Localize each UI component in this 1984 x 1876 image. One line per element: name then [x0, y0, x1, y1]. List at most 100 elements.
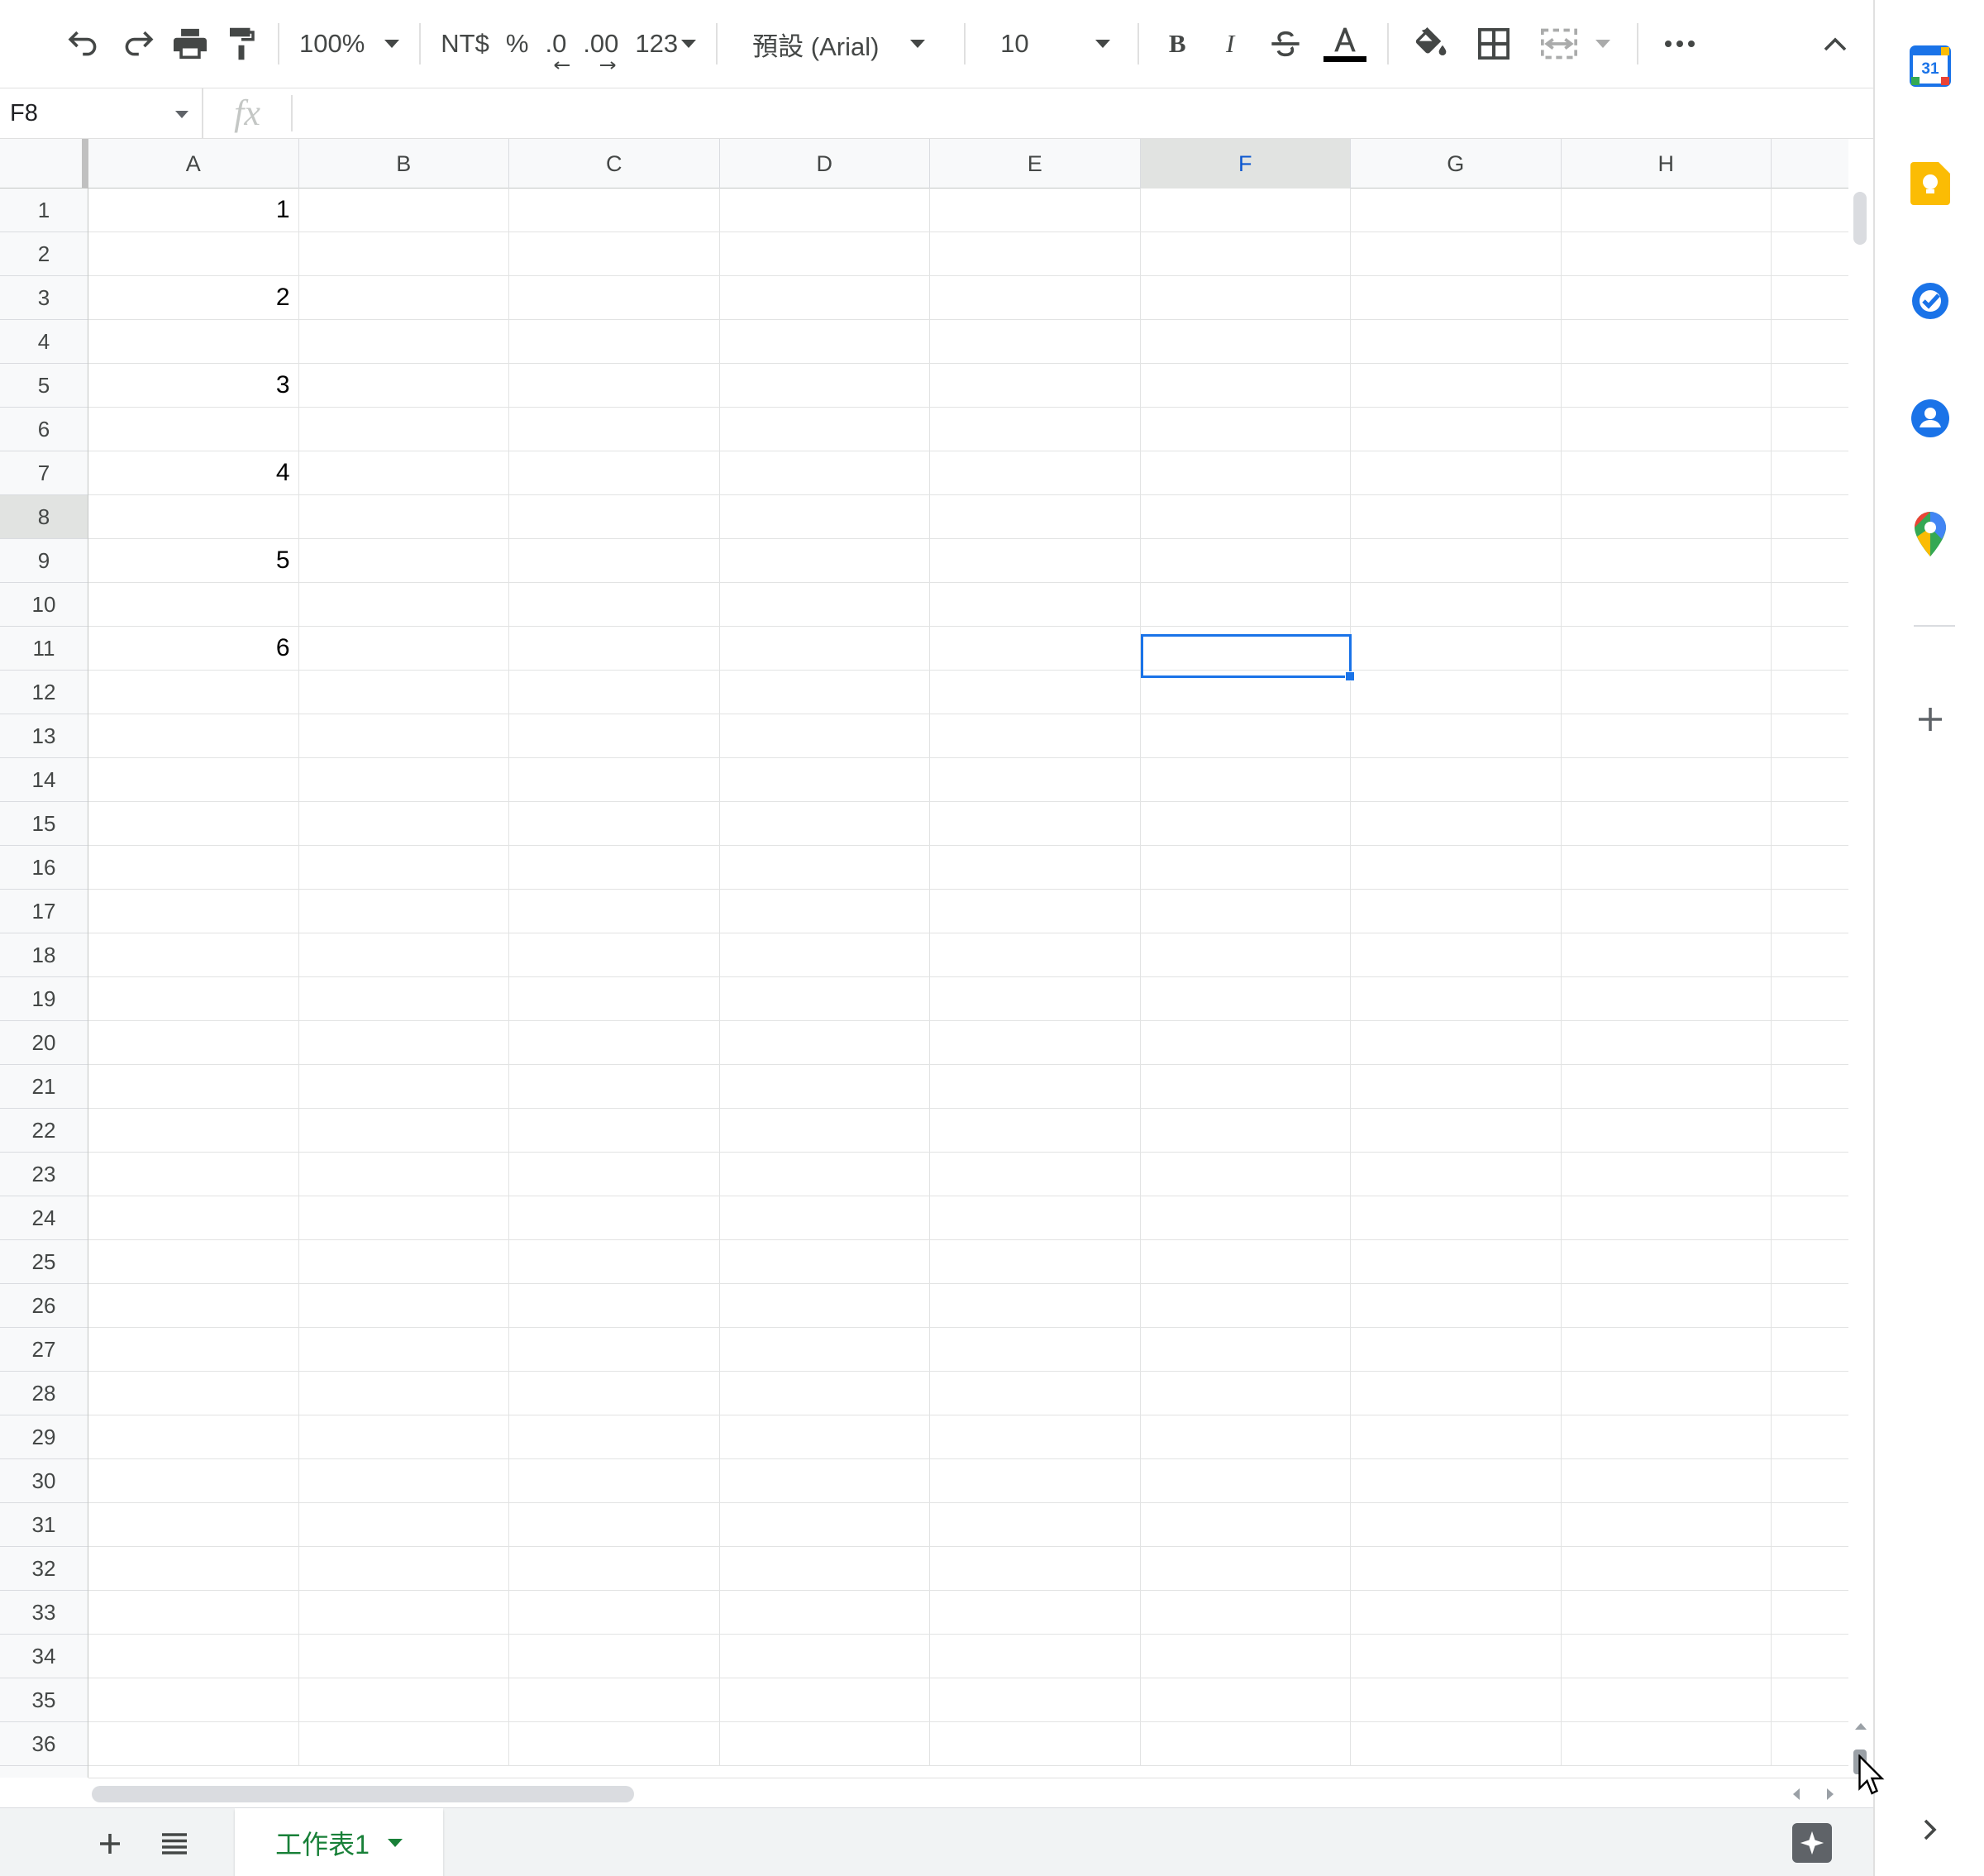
row-header-15[interactable]: 15 — [0, 802, 88, 846]
cell-e5[interactable] — [930, 364, 1141, 407]
cell-g3[interactable] — [1351, 276, 1562, 319]
cell-d36[interactable] — [720, 1722, 930, 1765]
cell-e16[interactable] — [930, 846, 1141, 889]
row-header-33[interactable]: 33 — [0, 1591, 88, 1635]
cell-d25[interactable] — [720, 1240, 930, 1283]
cell-f32[interactable] — [1141, 1547, 1351, 1590]
cell-e13[interactable] — [930, 714, 1141, 757]
cell-h25[interactable] — [1562, 1240, 1772, 1283]
cell-d26[interactable] — [720, 1284, 930, 1327]
cell-c6[interactable] — [509, 408, 720, 451]
cell-e21[interactable] — [930, 1065, 1141, 1108]
cell-d13[interactable] — [720, 714, 930, 757]
cell-a3[interactable]: 2 — [88, 276, 299, 319]
cell-c12[interactable] — [509, 671, 720, 714]
cell-b17[interactable] — [299, 890, 509, 933]
cell-a11[interactable]: 6 — [88, 627, 299, 670]
column-header-e[interactable]: E — [930, 139, 1141, 189]
cell-b12[interactable] — [299, 671, 509, 714]
row-header-32[interactable]: 32 — [0, 1547, 88, 1591]
row-header-26[interactable]: 26 — [0, 1284, 88, 1328]
cell-d14[interactable] — [720, 758, 930, 801]
cell-a17[interactable] — [88, 890, 299, 933]
cell-e7[interactable] — [930, 451, 1141, 494]
cell-g1[interactable] — [1351, 189, 1562, 232]
cell-e17[interactable] — [930, 890, 1141, 933]
cell-b13[interactable] — [299, 714, 509, 757]
cell-c3[interactable] — [509, 276, 720, 319]
get-addons-button[interactable] — [1899, 688, 1962, 751]
cell-a10[interactable] — [88, 583, 299, 626]
cell-c5[interactable] — [509, 364, 720, 407]
cell-e20[interactable] — [930, 1021, 1141, 1064]
cell-g13[interactable] — [1351, 714, 1562, 757]
percent-format-button[interactable]: % — [498, 15, 537, 73]
cell-c13[interactable] — [509, 714, 720, 757]
cell-d11[interactable] — [720, 627, 930, 670]
cell-g22[interactable] — [1351, 1109, 1562, 1152]
cell-h27[interactable] — [1562, 1328, 1772, 1371]
row-header-22[interactable]: 22 — [0, 1109, 88, 1153]
horizontal-scrollbar[interactable] — [88, 1778, 1873, 1807]
row-header-13[interactable]: 13 — [0, 714, 88, 758]
cell-d7[interactable] — [720, 451, 930, 494]
cell-a36[interactable] — [88, 1722, 299, 1765]
cell-h24[interactable] — [1562, 1196, 1772, 1239]
collapse-toolbar-button[interactable] — [1810, 15, 1860, 73]
row-header-35[interactable]: 35 — [0, 1678, 88, 1722]
cell-d2[interactable] — [720, 232, 930, 275]
cell-f17[interactable] — [1141, 890, 1351, 933]
cell-c15[interactable] — [509, 802, 720, 845]
all-sheets-button[interactable] — [154, 1823, 195, 1864]
cell-a4[interactable] — [88, 320, 299, 363]
cell-b6[interactable] — [299, 408, 509, 451]
cell-e2[interactable] — [930, 232, 1141, 275]
cell-g19[interactable] — [1351, 977, 1562, 1020]
cell-f7[interactable] — [1141, 451, 1351, 494]
row-header-29[interactable]: 29 — [0, 1415, 88, 1459]
bold-button[interactable]: B — [1151, 15, 1204, 73]
row-header-31[interactable]: 31 — [0, 1503, 88, 1547]
cell-c1[interactable] — [509, 189, 720, 232]
cell-d28[interactable] — [720, 1372, 930, 1415]
cell-f26[interactable] — [1141, 1284, 1351, 1327]
cell-f33[interactable] — [1141, 1591, 1351, 1634]
cell-e31[interactable] — [930, 1503, 1141, 1546]
cell-d20[interactable] — [720, 1021, 930, 1064]
cell-d23[interactable] — [720, 1153, 930, 1196]
maps-button[interactable] — [1899, 503, 1962, 566]
cell-b5[interactable] — [299, 364, 509, 407]
sheet-tab-active[interactable]: 工作表1 — [235, 1808, 443, 1876]
row-header-10[interactable]: 10 — [0, 583, 88, 627]
scroll-up-arrow-icon[interactable] — [1855, 1723, 1867, 1730]
cell-h23[interactable] — [1562, 1153, 1772, 1196]
cell-e35[interactable] — [930, 1678, 1141, 1721]
cell-f34[interactable] — [1141, 1635, 1351, 1678]
cell-h18[interactable] — [1562, 933, 1772, 976]
cell-b26[interactable] — [299, 1284, 509, 1327]
cell-h22[interactable] — [1562, 1109, 1772, 1152]
cell-e6[interactable] — [930, 408, 1141, 451]
cell-f2[interactable] — [1141, 232, 1351, 275]
cell-f4[interactable] — [1141, 320, 1351, 363]
cell-h17[interactable] — [1562, 890, 1772, 933]
cell-a27[interactable] — [88, 1328, 299, 1371]
cell-c8[interactable] — [509, 495, 720, 538]
cell-g36[interactable] — [1351, 1722, 1562, 1765]
column-header-a[interactable]: A — [88, 139, 299, 189]
cell-f9[interactable] — [1141, 539, 1351, 582]
column-header-g[interactable]: G — [1351, 139, 1562, 189]
row-header-6[interactable]: 6 — [0, 408, 88, 451]
cell-e9[interactable] — [930, 539, 1141, 582]
increase-decimal-button[interactable]: .00 — [575, 15, 627, 73]
cell-c4[interactable] — [509, 320, 720, 363]
cell-h10[interactable] — [1562, 583, 1772, 626]
cell-c11[interactable] — [509, 627, 720, 670]
cell-e32[interactable] — [930, 1547, 1141, 1590]
cell-d34[interactable] — [720, 1635, 930, 1678]
cell-g24[interactable] — [1351, 1196, 1562, 1239]
cell-c2[interactable] — [509, 232, 720, 275]
cell-e27[interactable] — [930, 1328, 1141, 1371]
cell-d5[interactable] — [720, 364, 930, 407]
cell-a5[interactable]: 3 — [88, 364, 299, 407]
